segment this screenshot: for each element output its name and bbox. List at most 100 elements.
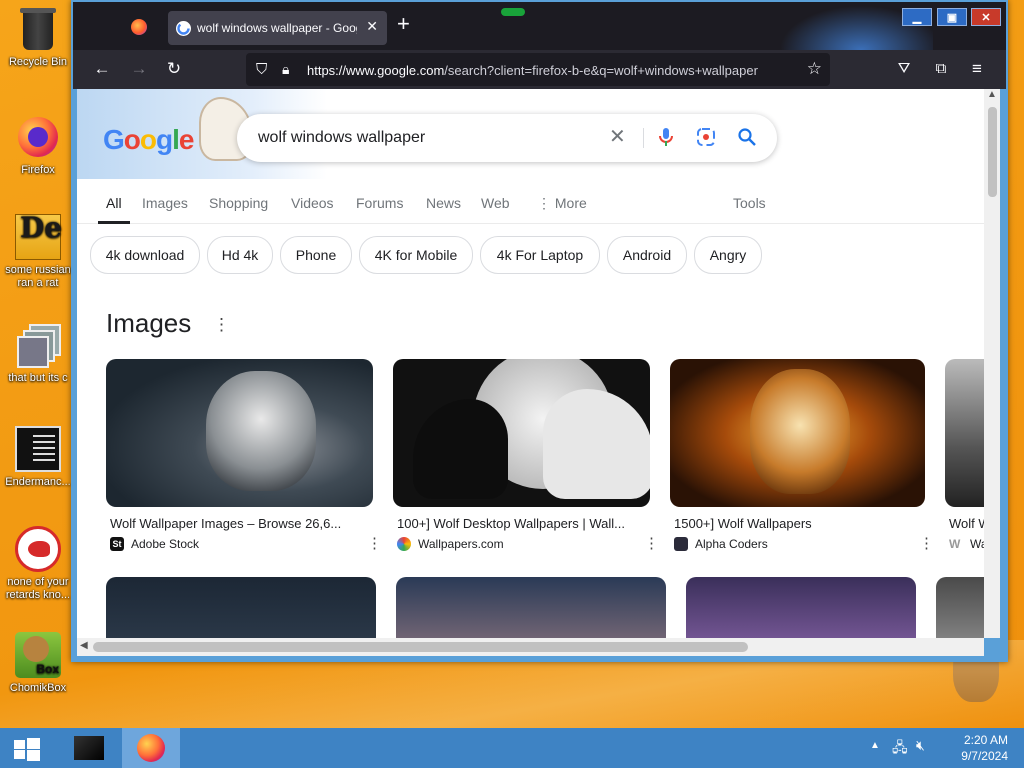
image-result-8[interactable] bbox=[936, 577, 984, 638]
tab-all[interactable]: All bbox=[106, 195, 122, 211]
black-box-icon bbox=[74, 736, 104, 760]
url-path: /search?client=firefox-b-e&q=wolf+window… bbox=[444, 63, 758, 78]
search-box[interactable]: wolf windows wallpaper ✕ bbox=[237, 114, 777, 162]
desktop-icon-de-app[interactable]: De some russian ran a rat bbox=[2, 214, 74, 290]
tab-google-search[interactable]: wolf windows wallpaper - Google ✕ bbox=[168, 11, 387, 45]
theme-green-dots bbox=[501, 8, 525, 16]
taskbar-firefox[interactable] bbox=[122, 728, 180, 768]
result-caption-4[interactable]: Wolf W bbox=[949, 516, 984, 531]
image-result-3[interactable] bbox=[670, 359, 925, 507]
image-result-6[interactable] bbox=[396, 577, 666, 638]
lens-search-icon[interactable] bbox=[696, 127, 716, 151]
desktop-icon-label: none of your retards kno... bbox=[5, 576, 71, 601]
result-3-options-icon[interactable]: ⋮ bbox=[919, 534, 934, 552]
result-4-favicon-icon: W bbox=[949, 537, 961, 551]
firefox-icon bbox=[15, 114, 61, 160]
reload-icon[interactable]: ↻ bbox=[163, 59, 185, 79]
tray-chevron-icon[interactable]: ▲ bbox=[870, 740, 880, 751]
image-result-4[interactable] bbox=[945, 359, 984, 507]
tools-button[interactable]: Tools bbox=[733, 195, 766, 211]
active-tab-indicator bbox=[98, 221, 130, 224]
search-query[interactable]: wolf windows wallpaper bbox=[258, 129, 425, 147]
result-caption-1[interactable]: Wolf Wallpaper Images – Browse 26,6... bbox=[110, 516, 365, 531]
desktop-icon-label: ChomikBox bbox=[9, 682, 67, 694]
menu-icon[interactable]: ≡ bbox=[966, 59, 988, 79]
new-tab-button[interactable]: + bbox=[397, 13, 410, 35]
tab-videos[interactable]: Videos bbox=[291, 195, 334, 211]
scroll-left-icon[interactable]: ◀ bbox=[80, 640, 88, 651]
image-result-1[interactable] bbox=[106, 359, 373, 507]
taskbar-app-recycle[interactable] bbox=[72, 734, 106, 762]
tab-web[interactable]: Web bbox=[481, 195, 510, 211]
result-caption-2[interactable]: 100+] Wolf Desktop Wallpapers | Wall... bbox=[397, 516, 647, 531]
system-clock[interactable]: 2:20 AM 9/7/2024 bbox=[961, 732, 1008, 764]
chip-android[interactable]: Android bbox=[607, 236, 687, 274]
desktop-icon-label: some russian ran a rat bbox=[5, 264, 71, 289]
result-caption-3[interactable]: 1500+] Wolf Wallpapers bbox=[674, 516, 904, 531]
more-kebab-icon: ⋮ bbox=[537, 195, 555, 211]
close-tab-icon[interactable]: ✕ bbox=[366, 18, 378, 35]
network-icon[interactable]: 🖧︎ bbox=[892, 737, 908, 761]
image-result-7[interactable] bbox=[686, 577, 916, 638]
tab-forums[interactable]: Forums bbox=[356, 195, 403, 211]
clear-search-icon[interactable]: ✕ bbox=[609, 127, 626, 147]
tab-more[interactable]: ⋮ More bbox=[537, 195, 587, 212]
doodle-text: Google bbox=[103, 124, 194, 155]
chip-4k-for-mobile[interactable]: 4K for Mobile bbox=[359, 236, 473, 274]
tab-images[interactable]: Images bbox=[142, 195, 188, 211]
back-icon[interactable]: ← bbox=[91, 59, 113, 79]
voice-search-icon[interactable] bbox=[657, 127, 675, 151]
vertical-scrollbar[interactable]: ▲ bbox=[984, 89, 1000, 638]
firefox-view-icon[interactable] bbox=[131, 19, 147, 35]
url-text[interactable]: https://www.google.com/search?client=fir… bbox=[307, 63, 758, 78]
result-1-options-icon[interactable]: ⋮ bbox=[367, 534, 382, 552]
address-bar[interactable]: ⛉ 🔒︎ https://www.google.com/search?clien… bbox=[246, 53, 830, 86]
result-source-3[interactable]: Alpha Coders bbox=[695, 537, 845, 551]
forward-icon[interactable]: → bbox=[128, 59, 150, 79]
chip-angry[interactable]: Angry bbox=[694, 236, 762, 274]
vertical-scroll-thumb[interactable] bbox=[988, 107, 997, 197]
result-source-1[interactable]: Adobe Stock bbox=[131, 537, 281, 551]
desktop-icon-label: that but its c bbox=[8, 372, 68, 384]
result-source-4[interactable]: Wa bbox=[970, 537, 984, 551]
tab-news[interactable]: News bbox=[426, 195, 461, 211]
lock-icon[interactable]: 🔒︎ bbox=[282, 61, 289, 78]
tracking-protection-icon[interactable]: ⛉ bbox=[256, 61, 267, 78]
search-divider bbox=[643, 128, 644, 148]
desktop-icon-red-dino[interactable]: none of your retards kno... bbox=[2, 526, 74, 602]
desktop-icon-recycle-bin[interactable]: Recycle Bin bbox=[2, 6, 74, 69]
bookmark-star-icon[interactable]: ☆ bbox=[807, 59, 822, 79]
desktop-icon-firefox[interactable]: Firefox bbox=[2, 114, 74, 177]
wallpapers-com-favicon-icon bbox=[397, 537, 411, 551]
result-source-2[interactable]: Wallpapers.com bbox=[418, 537, 568, 551]
images-options-icon[interactable]: ⋮ bbox=[213, 315, 230, 335]
chip-4k-download[interactable]: 4k download bbox=[90, 236, 200, 274]
result-2-options-icon[interactable]: ⋮ bbox=[644, 534, 659, 552]
clock-date: 9/7/2024 bbox=[961, 749, 1008, 763]
volume-muted-icon[interactable]: 🔇︎ bbox=[916, 737, 925, 754]
pocket-icon[interactable]: ⛛ bbox=[893, 59, 915, 79]
desktop-icon-console-app[interactable]: Endermanc... bbox=[2, 426, 74, 489]
alpha-coders-favicon-icon bbox=[674, 537, 688, 551]
horizontal-scroll-thumb[interactable] bbox=[93, 642, 748, 652]
chip-4k-for-laptop[interactable]: 4k For Laptop bbox=[480, 236, 600, 274]
chomikbox-icon: Box bbox=[15, 632, 61, 678]
stacked-windows-icon bbox=[15, 322, 61, 368]
start-button[interactable] bbox=[14, 738, 40, 761]
image-result-5[interactable] bbox=[106, 577, 376, 638]
desktop-icon-chomikbox[interactable]: Box ChomikBox bbox=[2, 632, 74, 695]
search-submit-icon[interactable] bbox=[737, 127, 757, 151]
chip-phone[interactable]: Phone bbox=[280, 236, 352, 274]
search-tabs: All Images Shopping Videos Forums News W… bbox=[77, 193, 984, 224]
minimize-button[interactable]: ▁ bbox=[902, 8, 932, 26]
horizontal-scrollbar[interactable]: ◀ bbox=[77, 638, 984, 656]
scroll-up-icon[interactable]: ▲ bbox=[987, 89, 997, 100]
desktop-icon-stacked-windows[interactable]: that but its c bbox=[2, 322, 74, 385]
close-window-button[interactable]: ✕ bbox=[971, 8, 1001, 26]
image-result-2[interactable] bbox=[393, 359, 650, 507]
extensions-icon[interactable]: ⧉ bbox=[930, 59, 952, 79]
desktop-icon-label: Firefox bbox=[21, 164, 55, 176]
maximize-button[interactable]: ▣ bbox=[937, 8, 967, 26]
tab-shopping[interactable]: Shopping bbox=[209, 195, 268, 211]
chip-hd-4k[interactable]: Hd 4k bbox=[207, 236, 273, 274]
